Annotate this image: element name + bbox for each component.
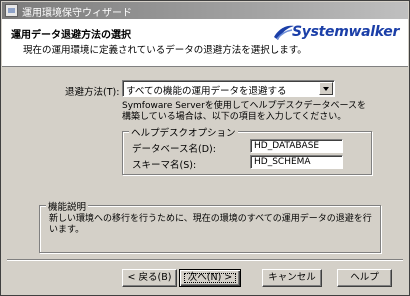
function-description-group: 機能説明 新しい環境への移行を行うために、現在の環境のすべての運用データの退避を…: [39, 199, 381, 253]
button-separator: [7, 259, 403, 261]
app-icon: [5, 4, 18, 17]
help-desk-group-label: ヘルプデスクオプション: [129, 125, 238, 139]
schema-name-field[interactable]: HD_SCHEMA: [250, 155, 343, 169]
systemwalker-logo: Systemwalker: [270, 23, 406, 43]
function-group-label: 機能説明: [46, 199, 89, 213]
next-button[interactable]: 次へ(N) >: [179, 269, 241, 287]
logo-text: Systemwalker: [292, 24, 400, 40]
method-select[interactable]: すべての機能の運用データを退避する: [122, 80, 335, 97]
wizard-window: 運用環境保守ウィザード 運用データ退避方法の選択 現在の運用環境に定義されている…: [0, 0, 410, 296]
chevron-down-icon[interactable]: [319, 82, 333, 95]
focus-rect: [184, 273, 236, 283]
window-title: 運用環境保守ウィザード: [22, 8, 132, 19]
method-select-value: すべての機能の運用データを退避する: [126, 86, 287, 97]
instruction-text: Symfoware Serverを使用してヘルプデスクデータベースを構築している…: [122, 101, 367, 122]
help-button[interactable]: ヘルプ: [337, 269, 392, 287]
title-bar[interactable]: 運用環境保守ウィザード: [2, 2, 408, 19]
schema-name-label: スキーマ名(S):: [132, 160, 197, 171]
database-name-field[interactable]: HD_DATABASE: [250, 139, 343, 153]
wizard-header: 運用データ退避方法の選択 現在の運用環境に定義されているデータの退避方法を選択し…: [2, 19, 408, 67]
page-subtitle: 現在の運用環境に定義されているデータの退避方法を選択します。: [23, 45, 307, 56]
help-desk-option-group: ヘルプデスクオプション データベース名(D): HD_DATABASE スキーマ…: [122, 125, 372, 175]
back-button[interactable]: < 戻る(B): [122, 269, 177, 287]
method-label: 退避方法(T):: [65, 87, 120, 98]
database-name-label: データベース名(D):: [132, 144, 216, 155]
cancel-button[interactable]: キャンセル: [262, 269, 322, 287]
page-title: 運用データ退避方法の選択: [11, 30, 131, 41]
function-description-text: 新しい環境への移行を行うために、現在の環境のすべての運用データの退避を行います。: [49, 214, 372, 235]
